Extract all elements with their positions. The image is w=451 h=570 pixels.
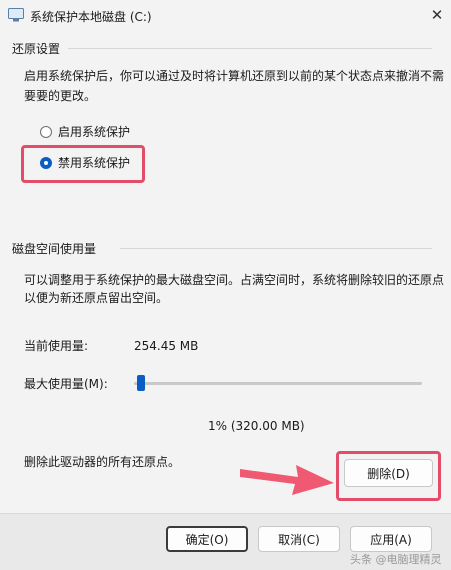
radio-checked-icon[interactable]: [40, 156, 52, 169]
enable-protection-radio[interactable]: 启用系统保护: [40, 123, 130, 140]
slider-track[interactable]: [134, 382, 422, 385]
apply-button[interactable]: 应用(A): [350, 526, 432, 552]
restore-description-line2: 要要的更改。: [24, 89, 97, 103]
disk-usage-heading: 磁盘空间使用量: [12, 242, 97, 256]
delete-button[interactable]: 删除(D): [344, 459, 433, 487]
radio-unchecked-icon[interactable]: [40, 125, 52, 138]
max-usage-label: 最大使用量(M):: [24, 377, 108, 391]
current-usage-value: 254.45 MB: [134, 339, 199, 353]
cancel-button[interactable]: 取消(C): [258, 526, 340, 552]
system-properties-icon: [8, 8, 24, 22]
restore-description-line1: 启用系统保护后，你可以通过及时将计算机还原到以前的某个状态点来撤消不需: [24, 69, 445, 83]
disable-protection-radio[interactable]: 禁用系统保护: [40, 154, 130, 171]
close-icon[interactable]: ✕: [424, 4, 450, 28]
restore-settings-heading: 还原设置: [12, 42, 61, 56]
watermark-text: 头条 @电脑理精灵: [350, 553, 442, 566]
disk-usage-divider: [120, 248, 432, 249]
slider-thumb[interactable]: [137, 375, 145, 391]
pointing-arrow-icon: [240, 465, 334, 495]
max-usage-value: 1% (320.00 MB): [208, 419, 305, 433]
disable-protection-label: 禁用系统保护: [58, 156, 131, 170]
restore-divider: [68, 48, 432, 49]
max-usage-slider[interactable]: [134, 372, 422, 396]
ok-button[interactable]: 确定(O): [166, 526, 248, 552]
current-usage-label: 当前使用量:: [24, 339, 89, 353]
disk-description-line1: 可以调整用于系统保护的最大磁盘空间。占满空间时，系统将删除较旧的还原点: [24, 273, 445, 287]
delete-restore-points-text: 删除此驱动器的所有还原点。: [24, 455, 181, 469]
disk-description-line2: 以便为新还原点留出空间。: [24, 291, 169, 305]
enable-protection-label: 启用系统保护: [58, 125, 131, 139]
window-title: 系统保护本地磁盘 (C:): [30, 10, 152, 24]
